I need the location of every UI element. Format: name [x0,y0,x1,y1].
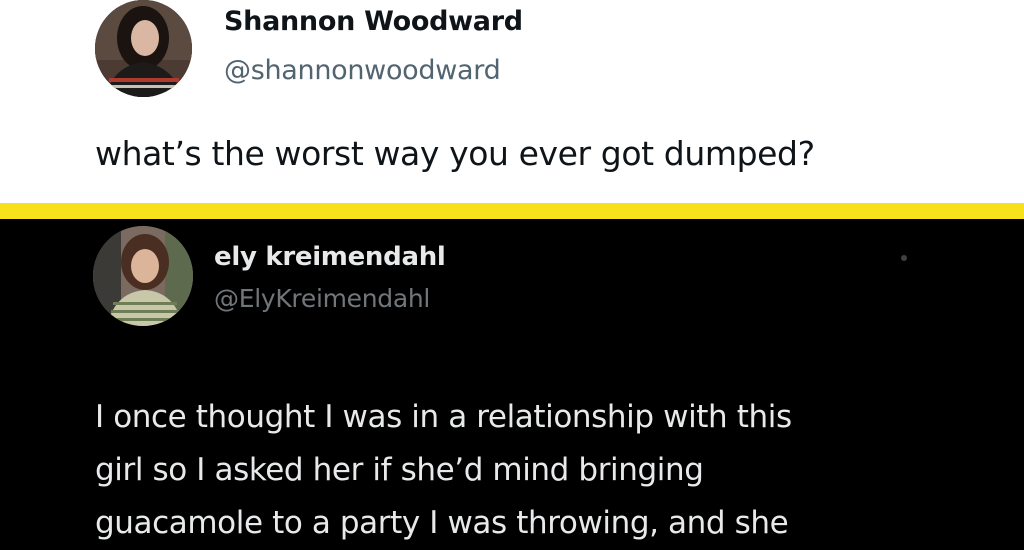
tweet-text-line: guacamole to a party I was throwing, and… [95,505,789,541]
tweet-text: what’s the worst way you ever got dumped… [95,134,815,173]
avatar-ely[interactable] [93,226,193,326]
avatar-shannon[interactable] [95,0,192,97]
more-dot-glyph [901,255,907,261]
original-tweet: Shannon Woodward @shannonwoodward what’s… [0,0,1024,203]
reply-tweet: ely kreimendahl @ElyKreimendahl I once t… [0,219,1024,541]
user-handle[interactable]: @ElyKreimendahl [214,284,430,313]
user-handle[interactable]: @shannonwoodward [224,55,501,86]
more-dot-icon[interactable] [899,253,909,263]
display-name[interactable]: Shannon Woodward [224,6,523,37]
avatar-shannon-image [95,0,192,97]
display-name[interactable]: ely kreimendahl [214,242,446,272]
tweet-text-line: I once thought I was in a relationship w… [95,399,792,435]
tweet-text: I once thought I was in a relationship w… [95,391,1005,550]
avatar-ely-image [93,226,193,326]
divider-bar [0,203,1024,219]
tweet-text-line: girl so I asked her if she’d mind bringi… [95,452,704,488]
